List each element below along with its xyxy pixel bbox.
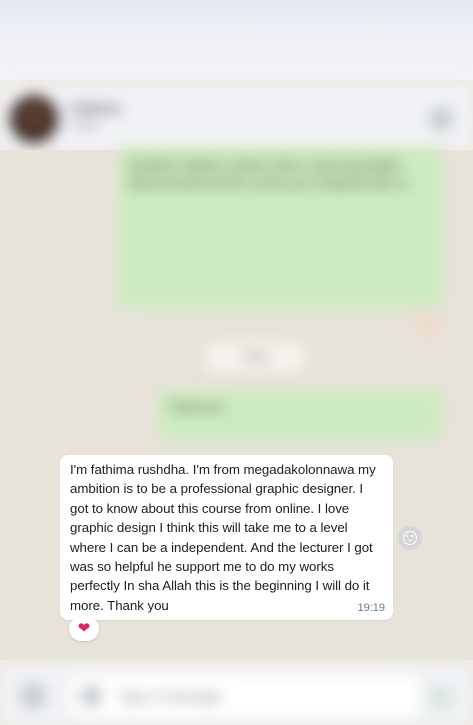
message-text: I'm fathima rushdha. I'm from megadakolo… (70, 462, 376, 613)
emoji-icon[interactable] (20, 683, 46, 709)
contact-name[interactable]: Fathima (70, 100, 121, 116)
menu-icon[interactable] (429, 107, 453, 131)
outgoing-message-text: Assalamu alaikum, please share a short d… (128, 158, 412, 190)
message-reaction[interactable] (418, 313, 440, 335)
heart-reaction-icon[interactable]: ❤ (69, 617, 99, 641)
emoji-face-icon[interactable] (398, 526, 422, 550)
chat-header: Fathima online (0, 85, 473, 150)
incoming-message[interactable]: I'm fathima rushdha. I'm from megadakolo… (60, 455, 393, 620)
message-time: 19:19 (357, 602, 385, 614)
contact-status: online (70, 119, 100, 131)
mic-icon[interactable] (428, 685, 452, 709)
window-top-strip (0, 0, 473, 80)
outgoing-message[interactable]: Thank you (158, 390, 443, 440)
outgoing-message[interactable]: Assalamu alaikum, please share a short d… (118, 148, 443, 308)
date-chip: Today (206, 343, 304, 371)
message-composer (0, 665, 473, 725)
outgoing-message-text: Thank you (168, 400, 225, 414)
message-input[interactable] (70, 675, 420, 717)
attach-icon[interactable] (80, 685, 102, 707)
smiley-icon (403, 531, 417, 545)
avatar[interactable] (10, 95, 58, 143)
